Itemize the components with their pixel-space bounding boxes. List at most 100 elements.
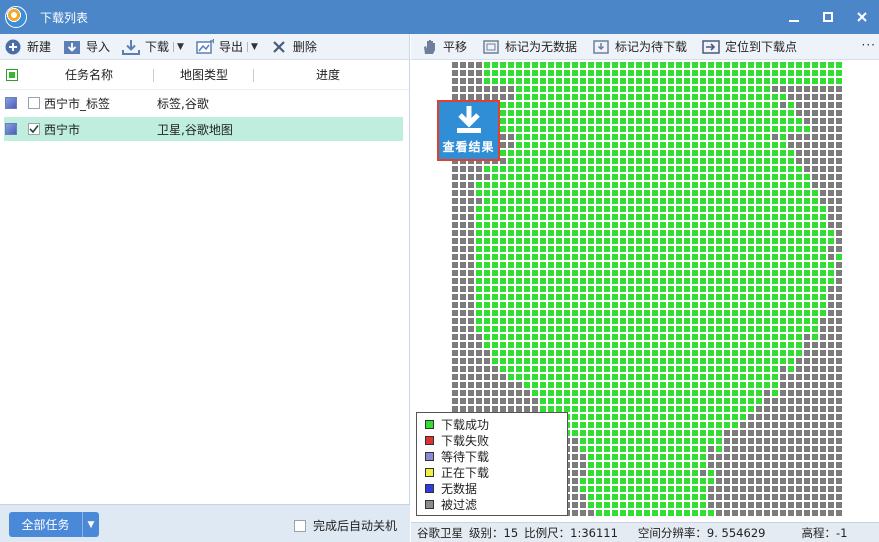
tile-success[interactable] bbox=[732, 174, 738, 180]
tile-success[interactable] bbox=[492, 230, 498, 236]
tile-filtered[interactable] bbox=[796, 366, 802, 372]
tile-success[interactable] bbox=[500, 294, 506, 300]
tile-success[interactable] bbox=[484, 166, 490, 172]
tile-filtered[interactable] bbox=[804, 494, 810, 500]
tile-filtered[interactable] bbox=[836, 246, 842, 252]
tile-filtered[interactable] bbox=[708, 462, 714, 468]
tile-success[interactable] bbox=[636, 502, 642, 508]
tile-success[interactable] bbox=[692, 126, 698, 132]
tile-filtered[interactable] bbox=[812, 494, 818, 500]
tile-success[interactable] bbox=[676, 294, 682, 300]
tile-success[interactable] bbox=[580, 70, 586, 76]
tile-success[interactable] bbox=[692, 102, 698, 108]
tile-success[interactable] bbox=[772, 102, 778, 108]
export-dropdown-arrow[interactable]: ▼ bbox=[246, 41, 258, 52]
tile-filtered[interactable] bbox=[820, 198, 826, 204]
download-dropdown-arrow[interactable]: ▼ bbox=[173, 41, 184, 52]
tile-success[interactable] bbox=[740, 198, 746, 204]
tile-success[interactable] bbox=[812, 214, 818, 220]
tile-success[interactable] bbox=[684, 478, 690, 484]
tile-success[interactable] bbox=[572, 126, 578, 132]
tile-filtered[interactable] bbox=[836, 358, 842, 364]
tile-success[interactable] bbox=[588, 326, 594, 332]
tile-success[interactable] bbox=[596, 70, 602, 76]
tile-success[interactable] bbox=[508, 334, 514, 340]
tile-success[interactable] bbox=[804, 286, 810, 292]
tile-success[interactable] bbox=[660, 494, 666, 500]
tile-success[interactable] bbox=[564, 182, 570, 188]
tile-success[interactable] bbox=[612, 70, 618, 76]
tile-success[interactable] bbox=[676, 470, 682, 476]
tile-success[interactable] bbox=[540, 222, 546, 228]
tile-success[interactable] bbox=[716, 246, 722, 252]
tile-success[interactable] bbox=[788, 110, 794, 116]
tile-filtered[interactable] bbox=[812, 462, 818, 468]
tile-success[interactable] bbox=[532, 102, 538, 108]
tile-success[interactable] bbox=[540, 94, 546, 100]
tile-filtered[interactable] bbox=[828, 126, 834, 132]
tile-filtered[interactable] bbox=[788, 390, 794, 396]
tile-success[interactable] bbox=[532, 230, 538, 236]
tile-success[interactable] bbox=[668, 382, 674, 388]
tile-filtered[interactable] bbox=[788, 510, 794, 516]
tile-success[interactable] bbox=[668, 158, 674, 164]
tile-filtered[interactable] bbox=[828, 510, 834, 516]
tile-success[interactable] bbox=[588, 318, 594, 324]
tile-success[interactable] bbox=[660, 70, 666, 76]
tile-filtered[interactable] bbox=[484, 398, 490, 404]
tile-success[interactable] bbox=[620, 494, 626, 500]
tile-success[interactable] bbox=[548, 214, 554, 220]
tile-success[interactable] bbox=[692, 222, 698, 228]
tile-filtered[interactable] bbox=[476, 398, 482, 404]
tile-success[interactable] bbox=[644, 102, 650, 108]
tile-success[interactable] bbox=[612, 182, 618, 188]
tile-success[interactable] bbox=[580, 246, 586, 252]
tile-success[interactable] bbox=[612, 246, 618, 252]
tile-filtered[interactable] bbox=[836, 190, 842, 196]
tile-success[interactable] bbox=[516, 350, 522, 356]
tile-success[interactable] bbox=[556, 294, 562, 300]
tile-success[interactable] bbox=[692, 206, 698, 212]
tile-success[interactable] bbox=[684, 374, 690, 380]
tile-success[interactable] bbox=[676, 110, 682, 116]
tile-filtered[interactable] bbox=[828, 86, 834, 92]
tile-success[interactable] bbox=[524, 142, 530, 148]
tile-success[interactable] bbox=[652, 262, 658, 268]
tile-success[interactable] bbox=[508, 222, 514, 228]
tile-success[interactable] bbox=[668, 62, 674, 68]
tile-filtered[interactable] bbox=[716, 462, 722, 468]
tile-success[interactable] bbox=[564, 286, 570, 292]
tile-success[interactable] bbox=[692, 430, 698, 436]
tile-success[interactable] bbox=[748, 390, 754, 396]
tile-success[interactable] bbox=[676, 302, 682, 308]
tile-success[interactable] bbox=[724, 118, 730, 124]
tile-success[interactable] bbox=[700, 294, 706, 300]
tile-filtered[interactable] bbox=[772, 414, 778, 420]
tile-success[interactable] bbox=[652, 366, 658, 372]
tile-success[interactable] bbox=[756, 126, 762, 132]
tile-success[interactable] bbox=[572, 310, 578, 316]
tile-success[interactable] bbox=[772, 382, 778, 388]
tile-success[interactable] bbox=[708, 190, 714, 196]
tile-success[interactable] bbox=[588, 406, 594, 412]
tile-filtered[interactable] bbox=[836, 366, 842, 372]
tile-success[interactable] bbox=[644, 78, 650, 84]
tile-success[interactable] bbox=[556, 134, 562, 140]
tile-success[interactable] bbox=[740, 246, 746, 252]
tile-success[interactable] bbox=[700, 398, 706, 404]
tile-filtered[interactable] bbox=[740, 510, 746, 516]
tile-success[interactable] bbox=[604, 382, 610, 388]
tile-success[interactable] bbox=[652, 478, 658, 484]
tile-filtered[interactable] bbox=[476, 166, 482, 172]
tile-success[interactable] bbox=[772, 310, 778, 316]
tile-success[interactable] bbox=[756, 390, 762, 396]
tile-success[interactable] bbox=[700, 86, 706, 92]
tile-success[interactable] bbox=[572, 70, 578, 76]
tile-filtered[interactable] bbox=[468, 262, 474, 268]
tile-success[interactable] bbox=[740, 350, 746, 356]
tile-filtered[interactable] bbox=[716, 502, 722, 508]
tile-success[interactable] bbox=[700, 62, 706, 68]
tile-success[interactable] bbox=[676, 334, 682, 340]
tile-success[interactable] bbox=[772, 246, 778, 252]
tile-success[interactable] bbox=[700, 502, 706, 508]
